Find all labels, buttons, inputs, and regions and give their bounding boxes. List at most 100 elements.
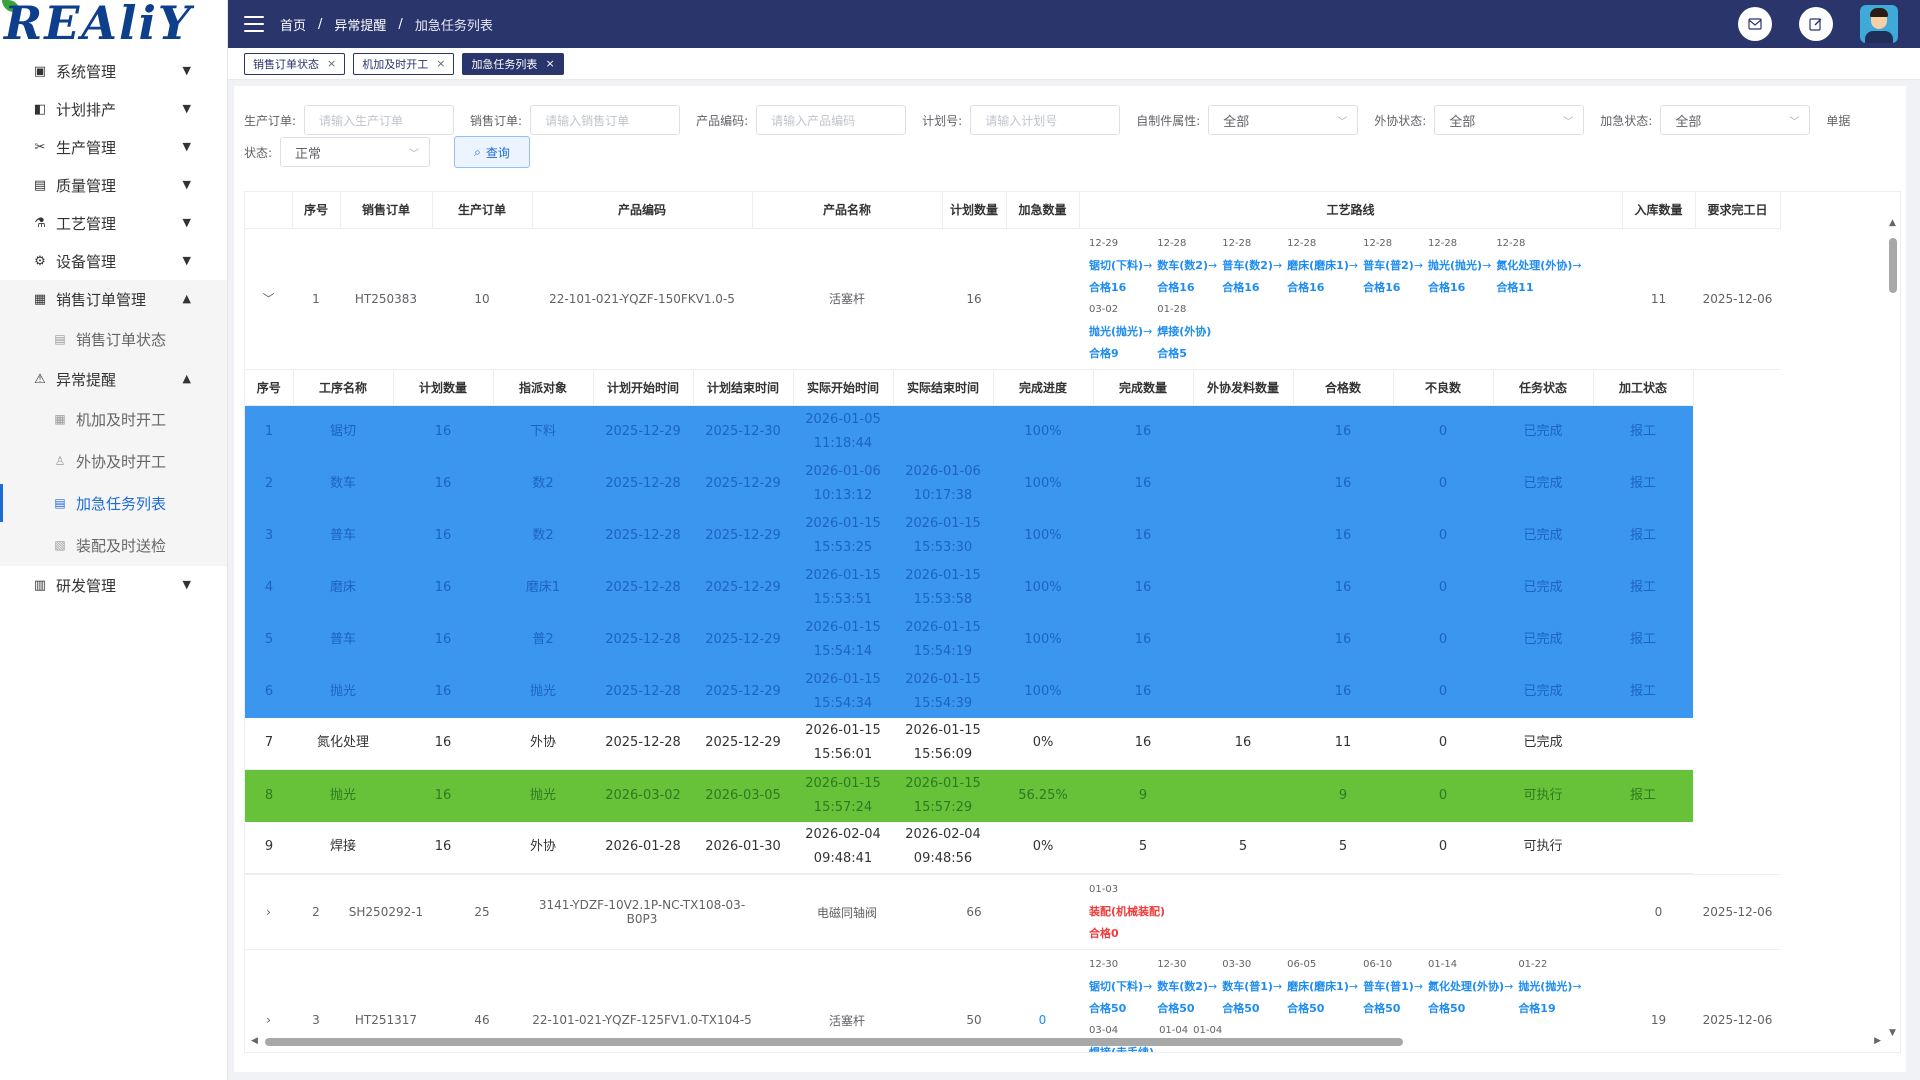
scroll-right-icon[interactable]: ▶	[1874, 1036, 1881, 1046]
detail-row[interactable]: 9 焊接 16 外协 2026-01-28 2026-01-30 2026-02-04 09…	[245, 821, 1693, 874]
rd-icon: ▥	[33, 577, 47, 593]
close-icon[interactable]: ×	[327, 57, 336, 70]
breadcrumb: 首页 / 异常提醒 / 加急任务列表	[280, 15, 493, 34]
task-table: 序号 销售订单 生产订单 产品编码 产品名称 计划数量 加急数量 工艺路线 入库数量 要求完工日 ﹀…	[244, 191, 1901, 1053]
route-step: 01-22 抛光(抛光)→ 合格19	[1518, 954, 1581, 1020]
route-arrow-icon: →	[1272, 980, 1283, 993]
sidebar-item[interactable]: ✂ 生产管理 ▼	[0, 128, 227, 166]
detail-row[interactable]: 1 锯切 16 下料 2025-12-29 2025-12-30 2026-01-05 11…	[245, 405, 1693, 458]
detail-row[interactable]: 8 抛光 16 抛光 2026-03-02 2026-03-05 2026-01-15 15…	[245, 769, 1693, 822]
sidebar-item[interactable]: ▦ 销售订单管理 ▲	[0, 280, 227, 318]
sidebar-subitem[interactable]: ♙ 外协及时开工	[0, 440, 227, 482]
detail-cell: 2026-01-06 10:17:38	[893, 457, 993, 510]
horizontal-scrollbar[interactable]: ◀ ▶	[251, 1036, 1881, 1048]
route-qual: 合格50	[1089, 1002, 1127, 1015]
sidebar-item[interactable]: ⚙ 设备管理 ▼	[0, 242, 227, 280]
sidebar-item-label: 系统管理	[56, 62, 117, 81]
sidebar-subitem[interactable]: ▤ 销售订单状态	[0, 318, 227, 360]
detail-column-header: 合格数	[1293, 369, 1394, 406]
expand-toggle-icon[interactable]: ›	[245, 874, 292, 950]
detail-cell: 已完成	[1493, 509, 1593, 562]
table-row[interactable]: › 2 SH250292-1 25 3141-YDZF-10V2.1P-NC-TX108…	[245, 874, 1780, 950]
close-icon[interactable]: ×	[545, 57, 554, 70]
edit-icon[interactable]	[1799, 7, 1833, 41]
detail-cell[interactable]: 报工	[1593, 509, 1693, 562]
detail-cell: 9	[1293, 769, 1393, 822]
detail-cell	[1593, 821, 1693, 874]
detail-cell[interactable]: 报工	[1593, 561, 1693, 614]
sidebar-item-label: 工艺管理	[56, 214, 117, 233]
column-header: 产品编码	[532, 192, 753, 229]
table-row[interactable]: ﹀ 1 HT250383 10 22-101-021-YQZF-150FKV1.0-5 活…	[245, 228, 1780, 370]
sidebar-item[interactable]: ▤ 质量管理 ▼	[0, 166, 227, 204]
outsource-select[interactable]: 全部 ﹀	[1434, 105, 1585, 135]
detail-cell: 0	[1393, 613, 1493, 666]
detail-cell[interactable]: 报工	[1593, 613, 1693, 666]
sidebar-item[interactable]: ⚗ 工艺管理 ▼	[0, 204, 227, 242]
sidebar-item[interactable]: ▥ 研发管理 ▼	[0, 566, 227, 604]
product-code-input[interactable]: 请输入产品编码	[756, 105, 907, 135]
detail-cell: 2025-12-29	[693, 509, 793, 562]
column-header: 产品名称	[752, 192, 943, 229]
process-route: 12-29 锯切(下料)→ 合格16 12-28 数车(数2)→ 合格16 12-28 普车(…	[1079, 228, 1622, 370]
hamburger-menu-icon[interactable]	[244, 16, 264, 32]
route-date: 06-10	[1363, 959, 1393, 970]
scroll-left-icon[interactable]: ◀	[251, 1036, 258, 1046]
breadcrumb-separator: /	[398, 16, 403, 32]
chevron-down-icon: ﹀	[409, 148, 420, 160]
detail-row[interactable]: 4 磨床 16 磨床1 2025-12-28 2025-12-29 2026-01-15 1…	[245, 561, 1693, 614]
breadcrumb-alert[interactable]: 异常提醒	[334, 15, 386, 34]
self-made-select[interactable]: 全部 ﹀	[1208, 105, 1359, 135]
route-qual: 合格50	[1363, 1002, 1401, 1015]
vertical-scrollbar[interactable]: ▲ ▼	[1888, 218, 1898, 1038]
detail-row[interactable]: 7 氮化处理 16 外协 2025-12-28 2025-12-29 2026-01-15 …	[245, 717, 1693, 770]
tab-0[interactable]: 销售订单状态 ×	[244, 52, 346, 75]
detail-row[interactable]: 6 抛光 16 抛光 2025-12-28 2025-12-29 2026-01-15 15…	[245, 665, 1693, 718]
detail-row[interactable]: 2 数车 16 数2 2025-12-28 2025-12-29 2026-01-06 10…	[245, 457, 1693, 510]
detail-row[interactable]: 5 普车 16 普2 2025-12-28 2025-12-29 2026-01-15 15…	[245, 613, 1693, 666]
mail-icon[interactable]	[1738, 7, 1772, 41]
sidebar-item[interactable]: ⚠ 异常提醒 ▲	[0, 360, 227, 398]
sales-order-input[interactable]: 请输入销售订单	[530, 105, 681, 135]
prod-order-input[interactable]: 请输入生产订单	[304, 105, 455, 135]
expand-toggle-icon[interactable]: ﹀	[245, 228, 292, 370]
detail-cell[interactable]: 报工	[1593, 665, 1693, 718]
detail-cell: 数2	[493, 457, 593, 510]
sidebar-item[interactable]: ▣ 系统管理 ▼	[0, 52, 227, 90]
tab-2[interactable]: 加急任务列表 ×	[462, 52, 564, 75]
cell-plan-qty: 66	[942, 874, 1006, 950]
close-icon[interactable]: ×	[436, 57, 445, 70]
breadcrumb-home[interactable]: 首页	[280, 15, 306, 34]
detail-cell: 2026-02-04 09:48:41	[793, 821, 893, 874]
subitem-icon: ▧	[54, 538, 66, 552]
detail-cell: 2026-01-30	[693, 821, 793, 874]
plan-no-input[interactable]: 请输入计划号	[970, 105, 1121, 135]
column-header: 销售订单	[340, 192, 433, 229]
detail-column-header: 实际结束时间	[893, 369, 994, 406]
sidebar-item[interactable]: ◧ 计划排产 ▼	[0, 90, 227, 128]
sidebar: REAliY ▣ 系统管理 ▼ ◧ 计划排产 ▼ ✂ 生产管理 ▼ ▤ 质量管理 ▼ ⚗ 工艺管理 ▼ ⚙ 设备…	[0, 0, 228, 1080]
detail-cell[interactable]: 报工	[1593, 405, 1693, 458]
scroll-up-icon[interactable]: ▲	[1889, 218, 1896, 228]
query-button[interactable]: ⌕ 查询	[454, 136, 531, 168]
detail-cell: 100%	[993, 457, 1093, 510]
sidebar-subitem[interactable]: ▦ 机加及时开工	[0, 398, 227, 440]
status-select[interactable]: 正常 ﹀	[280, 137, 431, 167]
detail-cell[interactable]: 报工	[1593, 769, 1693, 822]
avatar[interactable]	[1860, 5, 1898, 43]
detail-cell[interactable]: 报工	[1593, 457, 1693, 510]
scroll-down-icon[interactable]: ▼	[1889, 1028, 1896, 1038]
tab-1[interactable]: 机加及时开工 ×	[353, 52, 455, 75]
route-name-text: 抛光(抛光)	[1089, 324, 1144, 338]
sidebar-subitem[interactable]: ▧ 装配及时送检	[0, 524, 227, 566]
chevron-down-icon: ▼	[182, 216, 191, 229]
detail-row[interactable]: 3 普车 16 数2 2025-12-28 2025-12-29 2026-01-15 15…	[245, 509, 1693, 562]
sidebar-subitem[interactable]: ▤ 加急任务列表	[0, 482, 227, 524]
route-date: 01-03	[1089, 884, 1119, 895]
route-date: 12-28	[1287, 237, 1317, 249]
detail-cell: 0	[1393, 665, 1493, 718]
urgent-select[interactable]: 全部 ﹀	[1660, 105, 1811, 135]
top-navbar: 首页 / 异常提醒 / 加急任务列表	[228, 0, 1920, 48]
route-step: 12-28 普车(数2)→ 合格16	[1222, 233, 1282, 299]
detail-column-header: 外协发料数量	[1193, 369, 1294, 406]
